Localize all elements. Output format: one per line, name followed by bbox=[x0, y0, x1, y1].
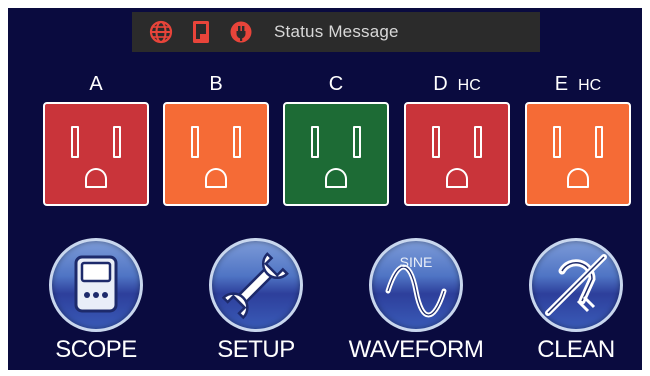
outlet-label: E HC bbox=[554, 73, 602, 95]
scope-button[interactable]: SCOPE bbox=[16, 238, 176, 364]
sine-wave-icon[interactable]: SINE bbox=[369, 238, 463, 332]
outlet-ground-icon bbox=[567, 168, 589, 188]
outlet-a[interactable]: A bbox=[43, 74, 149, 206]
globe-icon[interactable] bbox=[148, 19, 174, 45]
clean-label: CLEAN bbox=[537, 336, 615, 363]
outlet-ground-icon bbox=[205, 168, 227, 188]
wrench-icon[interactable] bbox=[209, 238, 303, 332]
outlet-slot-icon bbox=[595, 126, 603, 158]
setup-button[interactable]: SETUP bbox=[176, 238, 336, 364]
outlet-ground-icon bbox=[85, 168, 107, 188]
status-bar: Status Message bbox=[132, 12, 540, 52]
outlet-slot-icon bbox=[311, 126, 319, 158]
setup-label: SETUP bbox=[217, 336, 295, 363]
outlet-slot-icon bbox=[353, 126, 361, 158]
outlet-slot-icon bbox=[553, 126, 561, 158]
outlet-c-button[interactable] bbox=[283, 102, 389, 206]
outlet-a-button[interactable] bbox=[43, 102, 149, 206]
outlet-ground-icon bbox=[325, 168, 347, 188]
outlet-slot-icon bbox=[113, 126, 121, 158]
outlet-label: A bbox=[89, 73, 103, 95]
outlet-d-button[interactable] bbox=[404, 102, 510, 206]
outlet-b-button[interactable] bbox=[163, 102, 269, 206]
status-message: Status Message bbox=[274, 22, 399, 41]
outlet-c[interactable]: C bbox=[283, 74, 389, 206]
outlet-slot-icon bbox=[432, 126, 440, 158]
outlet-hc-label: HC bbox=[457, 77, 481, 94]
scope-icon[interactable] bbox=[49, 238, 143, 332]
outlet-e[interactable]: E HC bbox=[525, 74, 631, 206]
sine-icon-text: SINE bbox=[400, 254, 433, 270]
clean-icon[interactable] bbox=[529, 238, 623, 332]
outlet-label: B bbox=[209, 73, 223, 95]
device-screen: Status Message A B C D HC E HC SCOPE SET… bbox=[8, 8, 642, 370]
waveform-button[interactable]: SINE WAVEFORM bbox=[336, 238, 496, 364]
outlet-ground-icon bbox=[446, 168, 468, 188]
outlet-label: C bbox=[328, 73, 344, 95]
outlet-slot-icon bbox=[474, 126, 482, 158]
outlet-e-button[interactable] bbox=[525, 102, 631, 206]
outlet-b[interactable]: B bbox=[163, 74, 269, 206]
waveform-label: WAVEFORM bbox=[348, 336, 484, 363]
power-plug-icon[interactable] bbox=[228, 19, 254, 45]
document-icon[interactable] bbox=[188, 19, 214, 45]
outlet-hc-label: HC bbox=[578, 77, 602, 94]
outlet-d[interactable]: D HC bbox=[404, 74, 510, 206]
outlet-slot-icon bbox=[71, 126, 79, 158]
outlet-label: D HC bbox=[433, 73, 481, 95]
clean-button[interactable]: CLEAN bbox=[496, 238, 642, 364]
outlet-slot-icon bbox=[233, 126, 241, 158]
outlet-slot-icon bbox=[191, 126, 199, 158]
scope-label: SCOPE bbox=[55, 336, 137, 363]
